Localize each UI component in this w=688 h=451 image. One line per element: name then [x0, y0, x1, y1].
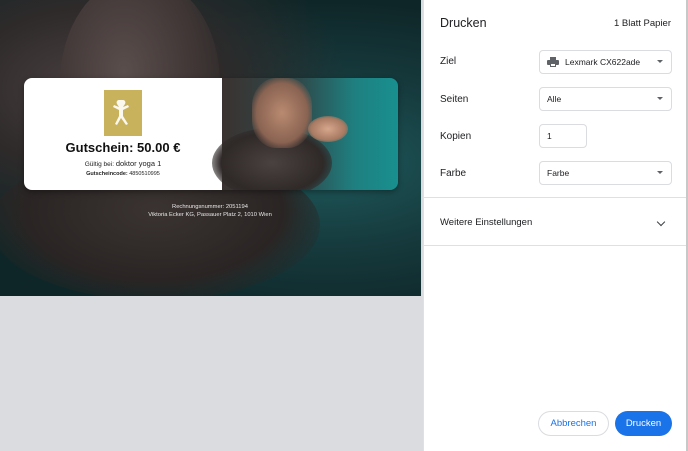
color-value: Farbe	[547, 168, 570, 178]
photo-arm	[252, 78, 312, 148]
print-settings-panel: Drucken 1 Blatt Papier Ziel Lexmark CX62…	[423, 0, 688, 451]
pages-label: Seiten	[440, 94, 469, 105]
print-button[interactable]: Drucken	[615, 411, 672, 436]
voucher-valid-line: Gültig bei: doktor yoga 1	[24, 159, 222, 168]
logo-icon	[104, 90, 142, 136]
voucher-title: Gutschein: 50.00 €	[65, 140, 181, 155]
destination-value: Lexmark CX622ade	[565, 57, 641, 67]
code-value: 4850510995	[127, 171, 160, 177]
chevron-down-icon	[657, 171, 663, 174]
valid-prefix: Gültig bei:	[84, 161, 116, 168]
invoice-address: Viktoria Ecker KG, Passauer Platz 2, 101…	[148, 212, 272, 218]
printer-icon	[547, 57, 559, 67]
photo-hand	[308, 116, 348, 142]
voucher-photo	[212, 78, 398, 190]
pages-value: Alle	[547, 94, 562, 104]
print-preview-area: Gutschein: 50.00 € Gültig bei: doktor yo…	[0, 0, 423, 451]
destination-label: Ziel	[440, 56, 457, 67]
dialog-title: Drucken	[440, 16, 487, 30]
divider	[424, 245, 688, 246]
invoice-footer: Rechnungsnummer: 2051194 Viktoria Ecker …	[120, 203, 300, 219]
copies-value: 1	[547, 131, 552, 141]
chevron-down-icon[interactable]	[656, 217, 666, 227]
voucher-code-line: Gutscheincode: 4850510995	[24, 171, 222, 177]
chevron-down-icon	[657, 60, 663, 63]
invoice-number: Rechnungsnummer: 2051194	[172, 204, 248, 210]
voucher-card: Gutschein: 50.00 € Gültig bei: doktor yo…	[24, 78, 398, 190]
copies-input[interactable]: 1	[539, 124, 587, 148]
code-label: Gutscheincode:	[86, 171, 128, 177]
copies-label: Kopien	[440, 131, 472, 142]
voucher-info: Gutschein: 50.00 € Gültig bei: doktor yo…	[24, 78, 222, 190]
sheet-count: 1 Blatt Papier	[613, 18, 671, 29]
yoga-logo-icon	[113, 100, 129, 125]
chevron-down-icon	[657, 97, 663, 100]
more-settings-toggle[interactable]: Weitere Einstellungen	[440, 217, 532, 228]
preview-page: Gutschein: 50.00 € Gültig bei: doktor yo…	[0, 0, 421, 296]
pages-select[interactable]: Alle	[539, 87, 672, 111]
valid-value: doktor yoga 1	[115, 159, 162, 168]
color-select[interactable]: Farbe	[539, 161, 672, 185]
divider	[424, 197, 688, 198]
destination-select[interactable]: Lexmark CX622ade	[539, 50, 672, 74]
color-label: Farbe	[440, 168, 467, 179]
cancel-button[interactable]: Abbrechen	[538, 411, 609, 436]
